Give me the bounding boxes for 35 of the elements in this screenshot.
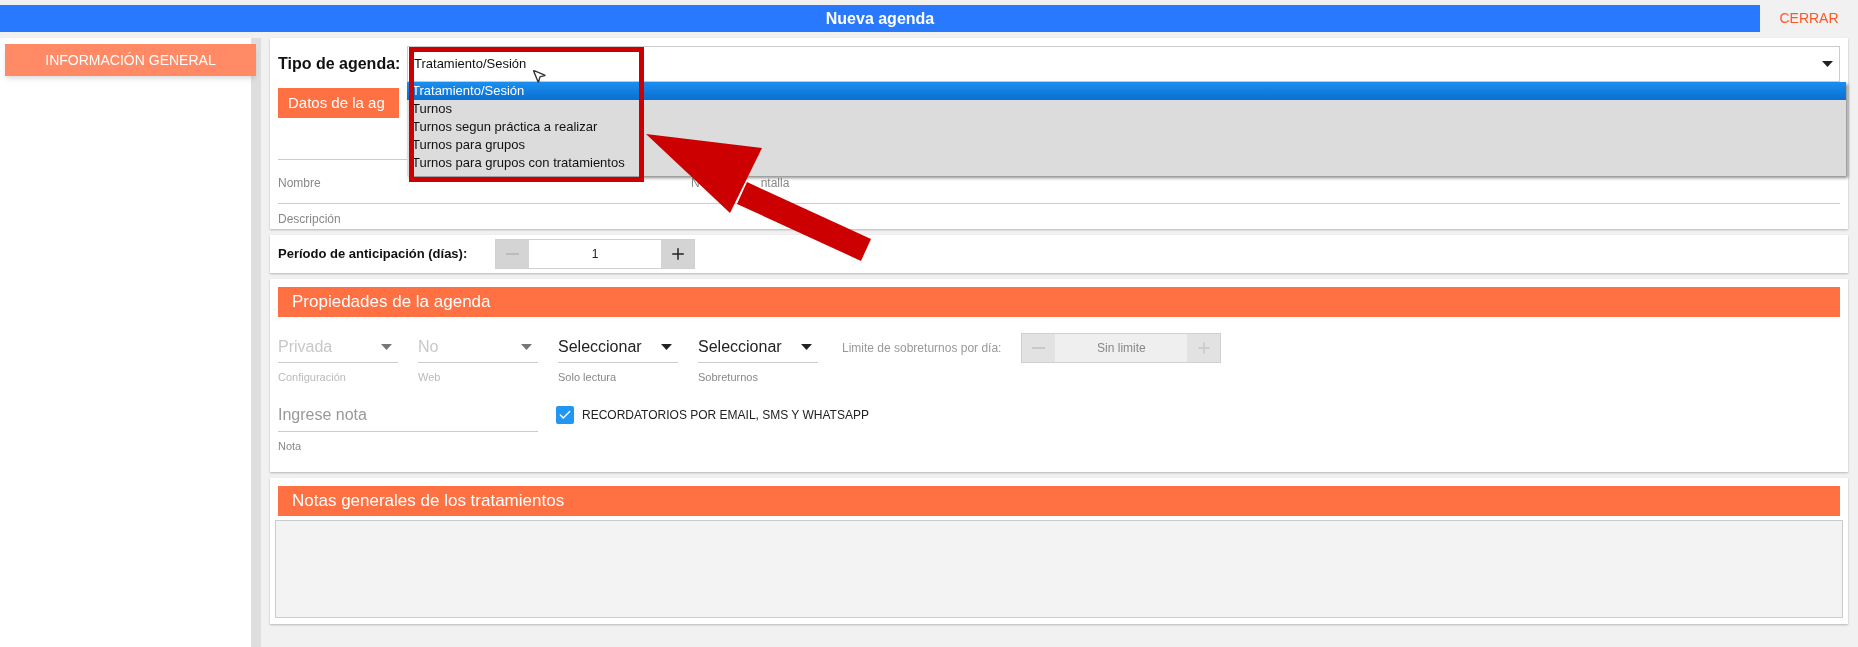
- notes-field[interactable]: [275, 520, 1843, 618]
- section-title: Propiedades de la agenda: [292, 291, 491, 314]
- dropdown-option[interactable]: Tratamiento/Sesión: [407, 82, 1846, 100]
- caret-icon: [801, 343, 812, 350]
- dropdown-option[interactable]: Turnos: [407, 100, 1846, 118]
- type-select[interactable]: Tratamiento/Sesión: [407, 46, 1840, 82]
- field-label: Período de anticipación (días):: [278, 245, 469, 264]
- field-caption: Configuración: [278, 370, 347, 385]
- decrement-button[interactable]: [496, 240, 529, 268]
- decrement-button[interactable]: [1022, 334, 1056, 362]
- field-caption: Sobreturnos: [698, 370, 759, 385]
- caret-icon: [381, 343, 392, 350]
- caret-icon: [1822, 61, 1833, 67]
- dropdown-option[interactable]: Turnos para grupos: [407, 136, 1846, 154]
- field-label: Tipo de agenda:: [278, 54, 402, 74]
- increment-button[interactable]: [661, 240, 694, 268]
- select-field[interactable]: Seleccionar: [558, 331, 678, 363]
- dropdown-option[interactable]: Turnos segun práctica a realizar: [407, 118, 1846, 136]
- field-caption: Web: [418, 370, 442, 385]
- sidebar-tab[interactable]: INFORMACIÓN GENERAL: [5, 44, 256, 76]
- field-caption: Nota: [278, 438, 303, 454]
- close-button[interactable]: CERRAR: [1760, 5, 1858, 32]
- note-field[interactable]: Ingrese nota: [278, 399, 538, 432]
- checkbox[interactable]: [556, 405, 574, 424]
- select-field[interactable]: Seleccionar: [698, 331, 818, 363]
- section-title: Notas generales de los tratamientos: [292, 490, 565, 513]
- window-title: Nueva agenda: [825, 8, 935, 29]
- checkbox-label: RECORDATORIOS POR EMAIL, SMS Y WHATSAPP: [582, 406, 869, 424]
- caret-icon: [661, 343, 672, 350]
- caret-icon: [521, 343, 532, 350]
- limit-value: Sin limite: [1055, 334, 1188, 362]
- cursor-icon: [531, 68, 547, 84]
- section-title: Datos de la ag: [288, 92, 385, 113]
- field-caption: Solo lectura: [558, 370, 618, 385]
- field-label: Limite de sobreturnos por día:: [842, 340, 1002, 357]
